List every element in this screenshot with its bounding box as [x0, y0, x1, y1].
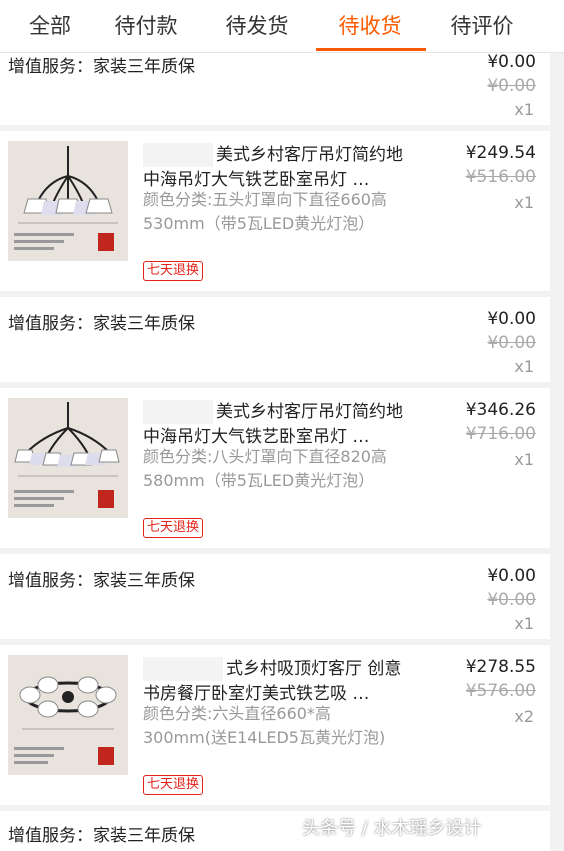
service-price: ¥0.00 [487, 52, 536, 72]
product-original-price: ¥716.00 [465, 424, 536, 444]
product-original-price: ¥576.00 [465, 681, 536, 701]
product-sku: 颜色分类:五头灯罩向下直径660高530mm（带5瓦LED黄光灯泡） [143, 190, 387, 233]
service-original-price: ¥0.00 [487, 590, 536, 610]
service-price: ¥0.00 [487, 309, 536, 329]
seven-day-return-badge: 七天退换 [143, 261, 204, 281]
product-quantity: x1 [514, 450, 534, 469]
service-price: ¥0.00 [487, 566, 536, 586]
seven-day-return-badge: 七天退换 [143, 775, 204, 795]
service-original-price: ¥0.00 [487, 333, 536, 353]
order-item[interactable]: 美式乡村客厅吊灯简约地中海吊灯大气铁艺卧室吊灯 … 颜色分类:八头灯罩向下直径8… [0, 388, 550, 548]
service-label: 增值服务：家装三年质保 [8, 57, 195, 77]
product-sku: 颜色分类:六头直径660*高300mm(送E14LED5瓦黄光灯泡) [143, 704, 386, 747]
service-row[interactable]: 增值服务：家装三年质保 ¥0.00 ¥0.00 x1 [0, 554, 550, 639]
service-quantity: x1 [514, 614, 534, 633]
product-title[interactable]: 美式乡村客厅吊灯简约地中海吊灯大气铁艺卧室吊灯 … [143, 143, 408, 193]
service-original-price: ¥0.00 [487, 76, 536, 96]
service-quantity: x1 [514, 100, 534, 119]
product-price: ¥346.26 [465, 400, 536, 420]
product-image[interactable] [8, 141, 128, 261]
product-price: ¥278.55 [465, 657, 536, 677]
tab-all[interactable]: 全部 [0, 10, 100, 40]
product-quantity: x2 [514, 707, 534, 726]
order-item[interactable]: 式乡村吸顶灯客厅 创意书房餐厅卧室灯美式铁艺吸 … 颜色分类:六头直径660*高… [0, 645, 550, 805]
product-title[interactable]: 美式乡村客厅吊灯简约地中海吊灯大气铁艺卧室吊灯 … [143, 400, 408, 450]
product-original-price: ¥516.00 [465, 167, 536, 187]
order-status-tabs: 全部 待付款 待发货 待收货 待评价 [0, 0, 564, 53]
service-label: 增值服务：家装三年质保 [8, 314, 195, 334]
product-image[interactable] [8, 655, 128, 775]
product-quantity: x1 [514, 193, 534, 212]
seven-day-return-badge: 七天退换 [143, 518, 204, 538]
tab-pending-review[interactable]: 待评价 [432, 10, 532, 40]
tab-pending-shipment[interactable]: 待发货 [207, 10, 307, 40]
service-label: 增值服务：家装三年质保 [8, 571, 195, 591]
active-tab-indicator [316, 48, 426, 51]
service-quantity: x1 [514, 357, 534, 376]
order-item[interactable]: 美式乡村客厅吊灯简约地中海吊灯大气铁艺卧室吊灯 … 颜色分类:五头灯罩向下直径6… [0, 131, 550, 291]
tab-pending-receipt[interactable]: 待收货 [320, 10, 420, 40]
watermark-text: 头条号 / 水木瑶乡设计 [302, 818, 482, 839]
product-sku: 颜色分类:八头灯罩向下直径820高580mm（带5瓦LED黄光灯泡） [143, 447, 387, 490]
service-row[interactable]: 增值服务：家装三年质保 ¥0.00 ¥0.00 x1 [0, 297, 550, 382]
product-price: ¥249.54 [465, 143, 536, 163]
tab-pending-payment[interactable]: 待付款 [96, 10, 196, 40]
service-label: 增值服务：家装三年质保 [8, 826, 195, 846]
product-title[interactable]: 式乡村吸顶灯客厅 创意书房餐厅卧室灯美式铁艺吸 … [143, 657, 408, 707]
product-image[interactable] [8, 398, 128, 518]
